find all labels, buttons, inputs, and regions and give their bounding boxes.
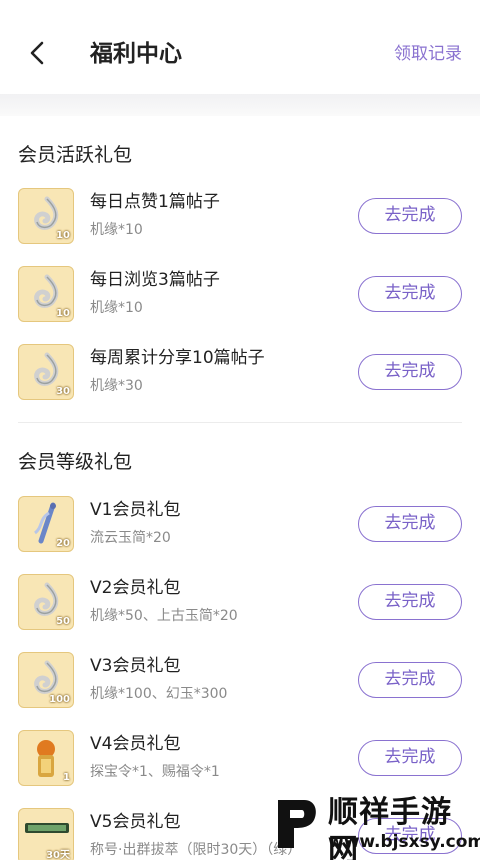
header-separator: [0, 94, 480, 116]
jiyuan-icon: 30: [18, 344, 74, 400]
section-title-active: 会员活跃礼包: [18, 144, 133, 166]
task-name: 每周累计分享10篇帖子: [90, 348, 265, 368]
task-row: 10 每日浏览3篇帖子 机缘*10 去完成: [0, 264, 480, 328]
complete-button[interactable]: 去完成: [358, 276, 462, 312]
task-row: 50 V2会员礼包 机缘*50、上古玉简*20 去完成: [0, 572, 480, 636]
icon-count: 10: [56, 308, 70, 319]
back-arrow-icon[interactable]: [26, 38, 50, 68]
watermark-logo-icon: [274, 794, 320, 852]
site-watermark: 顺祥手游网 www.bjsxsy.com: [270, 790, 480, 860]
task-reward: 机缘*100、幻玉*300: [90, 686, 228, 702]
icon-count: 10: [56, 230, 70, 241]
task-row: 30 每周累计分享10篇帖子 机缘*30 去完成: [0, 342, 480, 406]
task-name: 每日点赞1篇帖子: [90, 192, 220, 212]
complete-button[interactable]: 去完成: [358, 506, 462, 542]
icon-count: 30天: [46, 850, 70, 860]
complete-button[interactable]: 去完成: [358, 740, 462, 776]
section-divider: [18, 422, 462, 423]
jiyuan-icon: 10: [18, 188, 74, 244]
treasure-token-icon: 1: [18, 730, 74, 786]
task-name: V1会员礼包: [90, 500, 181, 520]
task-name: V5会员礼包: [90, 812, 181, 832]
title-badge-icon: 30天: [18, 808, 74, 860]
icon-count: 50: [56, 616, 70, 627]
jiyuan-icon: 10: [18, 266, 74, 322]
icon-count: 100: [49, 694, 70, 705]
header-bar: 福利中心 领取记录: [0, 0, 480, 92]
section-title-level: 会员等级礼包: [18, 451, 133, 473]
jiyuan-icon: 50: [18, 574, 74, 630]
icon-count: 1: [63, 772, 70, 783]
task-reward: 机缘*30: [90, 378, 143, 394]
task-reward: 机缘*10: [90, 222, 143, 238]
complete-button[interactable]: 去完成: [358, 198, 462, 234]
task-reward: 探宝令*1、赐福令*1: [90, 764, 220, 780]
task-row: 100 V3会员礼包 机缘*100、幻玉*300 去完成: [0, 650, 480, 714]
complete-button[interactable]: 去完成: [358, 584, 462, 620]
task-row: 10 每日点赞1篇帖子 机缘*10 去完成: [0, 186, 480, 250]
complete-button[interactable]: 去完成: [358, 354, 462, 390]
claim-record-link[interactable]: 领取记录: [394, 42, 462, 66]
task-row: 1 V4会员礼包 探宝令*1、赐福令*1 去完成: [0, 728, 480, 792]
icon-count: 20: [56, 538, 70, 549]
watermark-url: www.bjsxsy.com: [328, 832, 480, 852]
task-reward: 流云玉简*20: [90, 530, 171, 546]
task-name: 每日浏览3篇帖子: [90, 270, 220, 290]
task-name: V3会员礼包: [90, 656, 181, 676]
jade-scroll-icon: 20: [18, 496, 74, 552]
task-reward: 机缘*10: [90, 300, 143, 316]
task-reward: 机缘*50、上古玉简*20: [90, 608, 238, 624]
task-row: 20 V1会员礼包 流云玉简*20 去完成: [0, 494, 480, 558]
task-name: V4会员礼包: [90, 734, 181, 754]
jiyuan-icon: 100: [18, 652, 74, 708]
page-title: 福利中心: [90, 41, 182, 67]
task-name: V2会员礼包: [90, 578, 181, 598]
icon-count: 30: [56, 386, 70, 397]
complete-button[interactable]: 去完成: [358, 662, 462, 698]
